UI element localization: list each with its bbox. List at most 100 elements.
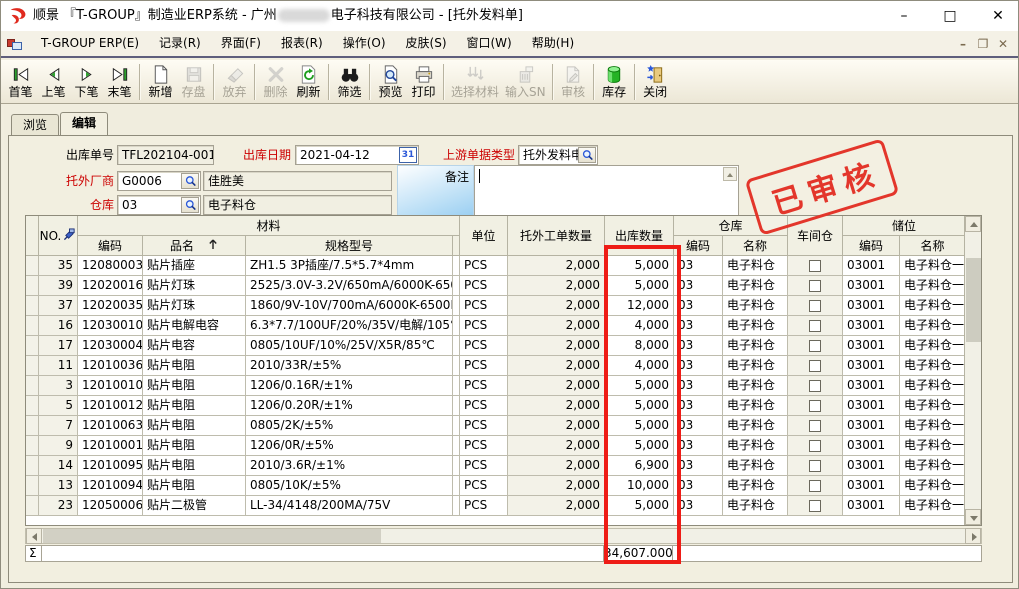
cell-wh-code[interactable]: 03	[674, 396, 723, 416]
cell-loc-name[interactable]: 电子料仓一储	[900, 316, 966, 336]
menu-item-skin[interactable]: 皮肤(S)	[396, 32, 457, 55]
cell-workshop[interactable]	[788, 276, 843, 296]
workshop-checkbox[interactable]	[809, 460, 821, 472]
toolbar-button-inventory[interactable]: 库存	[598, 61, 631, 103]
cell-wo-qty[interactable]: 2,000	[508, 476, 605, 496]
cell-spec[interactable]: 1206/0R/±5%	[246, 436, 453, 456]
workshop-checkbox[interactable]	[809, 280, 821, 292]
cell-loc-name[interactable]: 电子料仓一储	[900, 496, 966, 516]
cell-name[interactable]: 贴片插座	[143, 256, 246, 276]
vertical-scroll-thumb[interactable]	[966, 258, 981, 342]
menu-item-interface[interactable]: 界面(F)	[211, 32, 271, 55]
cell-no[interactable]: 3	[39, 376, 78, 396]
cell-workshop[interactable]	[788, 256, 843, 276]
cell-no[interactable]: 37	[39, 296, 78, 316]
workshop-checkbox[interactable]	[809, 480, 821, 492]
cell-no[interactable]: 39	[39, 276, 78, 296]
cell-out-qty[interactable]: 12,000	[605, 296, 674, 316]
cell-wo-qty[interactable]: 2,000	[508, 396, 605, 416]
cell-out-qty[interactable]: 5,000	[605, 276, 674, 296]
cell-wh-code[interactable]: 03	[674, 296, 723, 316]
vendor-lookup-button[interactable]	[181, 173, 199, 189]
cell-wh-name[interactable]: 电子料仓	[723, 276, 788, 296]
cell-loc-code[interactable]: 03001	[843, 496, 900, 516]
column-header-unit[interactable]: 单位	[460, 216, 508, 256]
cell-code[interactable]: 12030010	[78, 316, 143, 336]
cell-no[interactable]: 23	[39, 496, 78, 516]
window-close-button[interactable]: ✕	[981, 1, 1015, 31]
cell-wh-code[interactable]: 03	[674, 256, 723, 276]
workshop-checkbox[interactable]	[809, 360, 821, 372]
cell-code[interactable]: 12010001	[78, 436, 143, 456]
upstream-type-field[interactable]: 托外发料申请	[518, 145, 598, 165]
cell-wh-code[interactable]: 03	[674, 316, 723, 336]
cell-unit[interactable]: PCS	[460, 276, 508, 296]
cell-wo-qty[interactable]: 2,000	[508, 496, 605, 516]
cell-no[interactable]: 16	[39, 316, 78, 336]
cell-loc-code[interactable]: 03001	[843, 416, 900, 436]
cell-no[interactable]: 11	[39, 356, 78, 376]
cell-unit[interactable]: PCS	[460, 476, 508, 496]
cell-wh-name[interactable]: 电子料仓	[723, 376, 788, 396]
cell-loc-code[interactable]: 03001	[843, 456, 900, 476]
cell-wo-qty[interactable]: 2,000	[508, 336, 605, 356]
cell-wh-name[interactable]: 电子料仓	[723, 296, 788, 316]
cell-wo-qty[interactable]: 2,000	[508, 416, 605, 436]
out-date-field[interactable]: 2021-04-12 31	[295, 145, 419, 165]
cell-workshop[interactable]	[788, 476, 843, 496]
menu-item-report[interactable]: 报表(R)	[271, 32, 333, 55]
warehouse-code-field[interactable]: 03	[117, 195, 201, 215]
cell-loc-code[interactable]: 03001	[843, 296, 900, 316]
cell-wh-code[interactable]: 03	[674, 336, 723, 356]
cell-name[interactable]: 贴片电阻	[143, 436, 246, 456]
cell-loc-code[interactable]: 03001	[843, 316, 900, 336]
cell-spec[interactable]: 2010/33R/±5%	[246, 356, 453, 376]
cell-loc-name[interactable]: 电子料仓一储	[900, 376, 966, 396]
cell-workshop[interactable]	[788, 296, 843, 316]
cell-loc-name[interactable]: 电子料仓一储	[900, 396, 966, 416]
cell-loc-name[interactable]: 电子料仓一储	[900, 456, 966, 476]
cell-wh-name[interactable]: 电子料仓	[723, 256, 788, 276]
mdi-close-button[interactable]: ✕	[996, 37, 1010, 51]
mdi-restore-button[interactable]: ❐	[976, 37, 990, 51]
workshop-checkbox[interactable]	[809, 260, 821, 272]
calendar-icon[interactable]: 31	[399, 147, 417, 163]
toolbar-button-last-record[interactable]: 末笔	[103, 61, 136, 103]
cell-no[interactable]: 35	[39, 256, 78, 276]
cell-unit[interactable]: PCS	[460, 256, 508, 276]
toolbar-button-prev-record[interactable]: 上笔	[37, 61, 70, 103]
cell-name[interactable]: 贴片电阻	[143, 356, 246, 376]
cell-unit[interactable]: PCS	[460, 496, 508, 516]
cell-no[interactable]: 9	[39, 436, 78, 456]
cell-code[interactable]: 12020016	[78, 276, 143, 296]
cell-name[interactable]: 贴片电解电容	[143, 316, 246, 336]
cell-spec[interactable]: 1206/0.20R/±1%	[246, 396, 453, 416]
cell-loc-code[interactable]: 03001	[843, 436, 900, 456]
toolbar-button-next-record[interactable]: 下笔	[70, 61, 103, 103]
cell-loc-name[interactable]: 电子料仓一储	[900, 436, 966, 456]
menu-item-help[interactable]: 帮助(H)	[522, 32, 584, 55]
cell-out-qty[interactable]: 4,000	[605, 316, 674, 336]
column-group-location[interactable]: 储位	[843, 216, 966, 236]
workshop-checkbox[interactable]	[809, 400, 821, 412]
cell-wh-code[interactable]: 03	[674, 456, 723, 476]
toolbar-button-new-doc[interactable]: 新增	[144, 61, 177, 103]
column-header-no[interactable]: NO.	[39, 216, 78, 256]
cell-loc-code[interactable]: 03001	[843, 256, 900, 276]
cell-unit[interactable]: PCS	[460, 396, 508, 416]
cell-unit[interactable]: PCS	[460, 296, 508, 316]
toolbar-button-filter-binoculars[interactable]: 筛选	[333, 61, 366, 103]
cell-wh-name[interactable]: 电子料仓	[723, 436, 788, 456]
cell-name[interactable]: 贴片电阻	[143, 416, 246, 436]
cell-wh-name[interactable]: 电子料仓	[723, 476, 788, 496]
window-minimize-button[interactable]: –	[887, 1, 921, 31]
cell-loc-name[interactable]: 电子料仓一储	[900, 416, 966, 436]
toolbar-button-refresh[interactable]: 刷新	[292, 61, 325, 103]
cell-loc-name[interactable]: 电子料仓一储	[900, 296, 966, 316]
cell-out-qty[interactable]: 5,000	[605, 436, 674, 456]
column-header-out-qty[interactable]: 出库数量	[605, 216, 674, 256]
cell-wo-qty[interactable]: 2,000	[508, 316, 605, 336]
horizontal-scroll-thumb[interactable]	[43, 529, 381, 543]
toolbar-button-print[interactable]: 打印	[407, 61, 440, 103]
cell-wh-code[interactable]: 03	[674, 476, 723, 496]
